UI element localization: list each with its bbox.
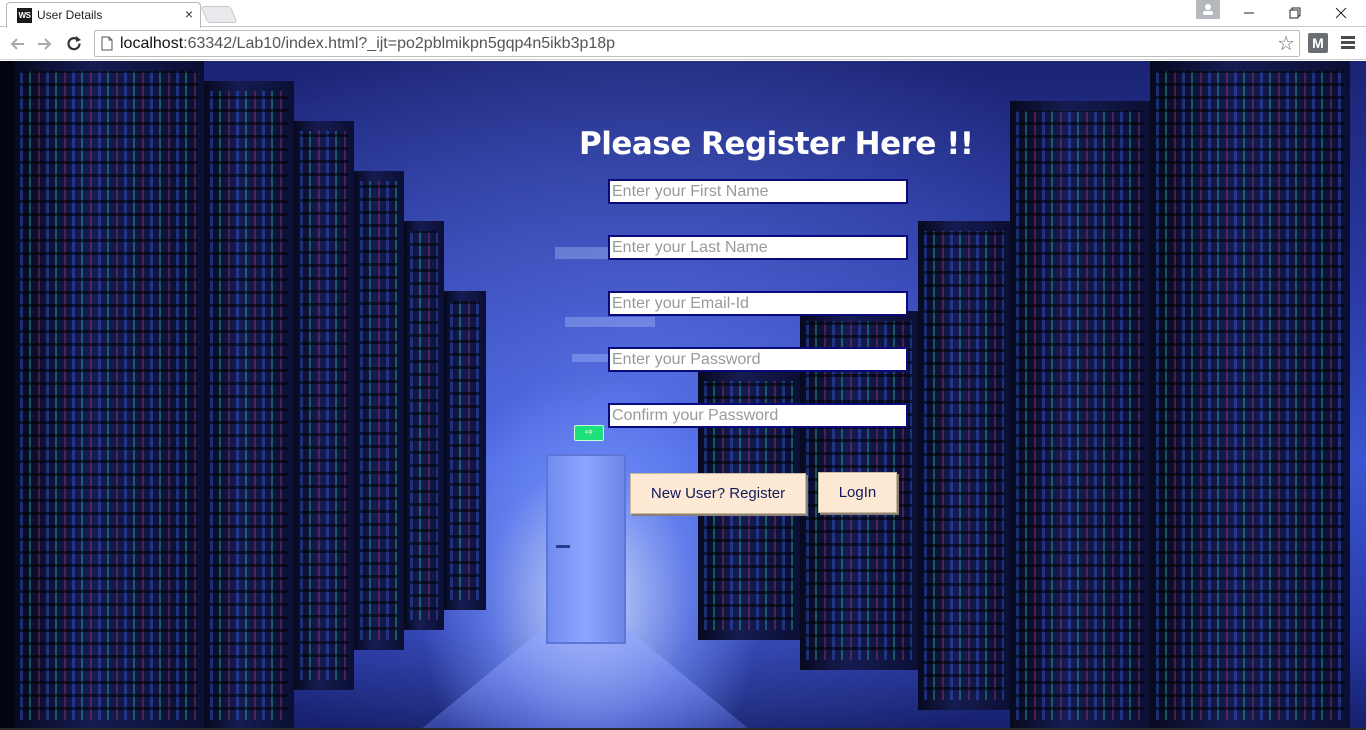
register-button[interactable]: New User? Register bbox=[630, 473, 806, 514]
server-rack bbox=[14, 61, 204, 730]
password-field[interactable] bbox=[608, 347, 908, 372]
server-rack bbox=[404, 221, 444, 630]
new-tab-button[interactable] bbox=[200, 6, 238, 23]
door-handle bbox=[556, 545, 570, 548]
server-rack bbox=[1150, 61, 1350, 730]
tab-close-icon[interactable]: × bbox=[185, 6, 193, 22]
reload-icon[interactable] bbox=[63, 33, 85, 55]
bookmark-star-icon[interactable]: ☆ bbox=[1277, 33, 1295, 55]
server-rack bbox=[1010, 101, 1150, 730]
address-bar[interactable]: localhost:63342/Lab10/index.html?_ijt=po… bbox=[94, 30, 1300, 57]
url-path: :63342/Lab10/index.html?_ijt=po2pblmikpn… bbox=[183, 35, 616, 52]
close-window-icon[interactable] bbox=[1318, 0, 1364, 26]
page-title: Please Register Here !! bbox=[579, 126, 974, 162]
minimize-icon[interactable] bbox=[1226, 0, 1272, 26]
back-arrow-icon[interactable] bbox=[6, 33, 28, 55]
email-field[interactable] bbox=[608, 291, 908, 316]
tab-title: User Details bbox=[37, 8, 103, 22]
tab-strip: WS User Details × bbox=[0, 0, 1366, 28]
server-rack bbox=[294, 121, 354, 690]
url-text: localhost:63342/Lab10/index.html?_ijt=po… bbox=[120, 35, 615, 53]
exit-sign-icon: ⇨ bbox=[574, 425, 604, 441]
server-rack bbox=[204, 81, 294, 730]
login-button[interactable]: LogIn bbox=[818, 472, 897, 513]
ceiling-light bbox=[565, 317, 655, 327]
url-host: localhost bbox=[120, 35, 184, 52]
confirm-password-field[interactable] bbox=[608, 403, 908, 428]
webstorm-favicon-icon: WS bbox=[17, 8, 32, 23]
server-rack bbox=[918, 221, 1010, 710]
forward-arrow-icon[interactable] bbox=[34, 33, 56, 55]
browser-toolbar: localhost:63342/Lab10/index.html?_ijt=po… bbox=[0, 28, 1366, 60]
left-edge bbox=[0, 61, 14, 730]
corridor-door bbox=[546, 454, 626, 644]
restore-icon[interactable] bbox=[1272, 0, 1318, 26]
profile-icon[interactable] bbox=[1196, 0, 1220, 19]
page-icon bbox=[101, 36, 113, 51]
last-name-field[interactable] bbox=[608, 235, 908, 260]
server-rack bbox=[444, 291, 486, 610]
first-name-field[interactable] bbox=[608, 179, 908, 204]
browser-tab[interactable]: WS User Details × bbox=[6, 2, 201, 28]
server-rack bbox=[354, 171, 404, 650]
menu-icon[interactable] bbox=[1340, 34, 1356, 52]
extension-m-icon[interactable]: M bbox=[1308, 33, 1328, 53]
